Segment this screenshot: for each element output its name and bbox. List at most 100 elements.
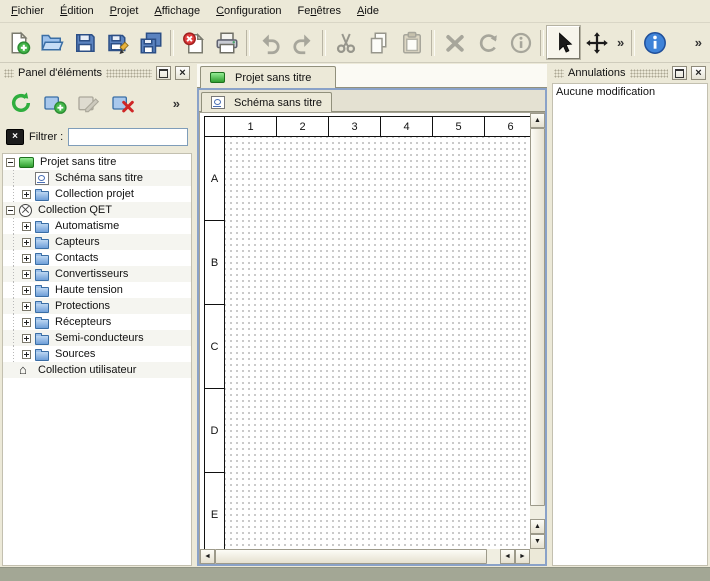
selection-mode-button[interactable]: [547, 26, 580, 59]
tree-expander[interactable]: [22, 222, 31, 231]
tree-item[interactable]: Récepteurs: [3, 314, 191, 330]
folder-icon: [35, 335, 49, 345]
tree-expander[interactable]: [22, 318, 31, 327]
vertical-scrollbar-thumb[interactable]: [530, 128, 545, 506]
undo-history-item[interactable]: Aucune modification: [553, 84, 707, 100]
tree-expander[interactable]: [6, 158, 15, 167]
save-button[interactable]: [68, 26, 101, 59]
toolbar-overflow-button[interactable]: »: [613, 35, 628, 50]
tree-item-label: Semi-conducteurs: [53, 332, 146, 344]
panel-toolbar-overflow-button[interactable]: »: [169, 96, 184, 111]
column-label: 6: [485, 117, 530, 136]
diagram-view: 123456 ABCDE: [199, 112, 545, 564]
paste-button[interactable]: [395, 26, 428, 59]
menu-edition[interactable]: Édition: [52, 2, 102, 20]
vertical-scrollbar-track[interactable]: [530, 506, 545, 519]
menu-projet[interactable]: Projet: [102, 2, 147, 20]
tree-item[interactable]: Automatisme: [3, 218, 191, 234]
tree-expander[interactable]: [22, 270, 31, 279]
redo-button[interactable]: [286, 26, 319, 59]
tree-expander[interactable]: [22, 302, 31, 311]
tree-item[interactable]: Collection utilisateur: [3, 362, 191, 378]
filter-row: × Filtrer :: [2, 124, 192, 150]
reload-collections-button[interactable]: [6, 88, 36, 118]
dock-close-button[interactable]: ×: [175, 66, 190, 80]
dock-close-button[interactable]: ×: [691, 66, 706, 80]
about-qet-button[interactable]: [638, 26, 671, 59]
tree-item[interactable]: Semi-conducteurs: [3, 330, 191, 346]
tree-expander[interactable]: [22, 286, 31, 295]
menu-fenetres[interactable]: Fenêtres: [290, 2, 349, 20]
row-label: B: [205, 221, 224, 305]
element-info-button[interactable]: [504, 26, 537, 59]
delete-button[interactable]: [438, 26, 471, 59]
rotate-button[interactable]: [471, 26, 504, 59]
dock-grip: [554, 69, 564, 78]
print-button[interactable]: [210, 26, 243, 59]
diagram-canvas[interactable]: 123456 ABCDE: [200, 113, 530, 549]
tree-expander[interactable]: [6, 206, 15, 215]
undo-dock: Annulations × Aucune modification: [550, 63, 710, 568]
undo-dock-titlebar[interactable]: Annulations ×: [552, 64, 708, 82]
tree-expander[interactable]: [22, 238, 31, 247]
schema-tab[interactable]: Schéma sans titre: [201, 92, 332, 112]
project-tab[interactable]: Projet sans titre: [200, 66, 336, 88]
scroll-up-button[interactable]: [530, 519, 545, 534]
tree-item[interactable]: Schéma sans titre: [3, 170, 191, 186]
tree-item[interactable]: Convertisseurs: [3, 266, 191, 282]
horizontal-scrollbar[interactable]: [200, 549, 530, 564]
dock-float-button[interactable]: [156, 66, 171, 80]
menu-fichier[interactable]: Fichier: [3, 2, 52, 20]
scroll-down-button[interactable]: [530, 534, 545, 549]
visualisation-mode-button[interactable]: [580, 26, 613, 59]
new-element-button[interactable]: [40, 88, 70, 118]
tree-expander[interactable]: [22, 254, 31, 263]
save-icon: [73, 31, 97, 55]
toolbar-extension-button[interactable]: »: [691, 35, 706, 50]
row-header: ABCDE: [205, 137, 225, 549]
tree-item[interactable]: Contacts: [3, 250, 191, 266]
new-file-button[interactable]: [2, 26, 35, 59]
copy-button[interactable]: [362, 26, 395, 59]
menu-affichage[interactable]: Affichage: [146, 2, 208, 20]
tree-expander[interactable]: [22, 350, 31, 359]
elements-panel-titlebar[interactable]: Panel d'éléments ×: [2, 64, 192, 82]
vertical-scrollbar[interactable]: [530, 113, 545, 549]
undo-button[interactable]: [253, 26, 286, 59]
scroll-left-button[interactable]: [200, 549, 215, 564]
delete-element-button[interactable]: [108, 88, 138, 118]
toolbar-separator: [431, 30, 435, 56]
edit-element-button[interactable]: [74, 88, 104, 118]
cut-button[interactable]: [329, 26, 362, 59]
menu-configuration[interactable]: Configuration: [208, 2, 289, 20]
scroll-up-button[interactable]: [530, 113, 545, 128]
save-as-button[interactable]: [101, 26, 134, 59]
menu-aide[interactable]: Aide: [349, 2, 387, 20]
tree-expander[interactable]: [22, 190, 31, 199]
tree-item[interactable]: Capteurs: [3, 234, 191, 250]
tree-item[interactable]: Haute tension: [3, 282, 191, 298]
tree-item-label: Collection projet: [53, 188, 136, 200]
scroll-right-button[interactable]: [515, 549, 530, 564]
folder-icon: [35, 191, 49, 201]
tree-item[interactable]: Sources: [3, 346, 191, 362]
horizontal-scrollbar-thumb[interactable]: [215, 549, 487, 564]
tree-item[interactable]: Collection projet: [3, 186, 191, 202]
filter-input[interactable]: [68, 128, 188, 146]
open-file-button[interactable]: [35, 26, 68, 59]
tree-item[interactable]: Collection QET: [3, 202, 191, 218]
clear-filter-button[interactable]: ×: [6, 129, 24, 145]
tree-indent-guide: [6, 218, 22, 234]
elements-panel-title: Panel d'éléments: [18, 67, 102, 79]
new-file-icon: [7, 31, 31, 55]
tree-item[interactable]: Protections: [3, 298, 191, 314]
close-file-button[interactable]: [177, 26, 210, 59]
tree-indent-guide: [6, 266, 22, 282]
save-all-button[interactable]: [134, 26, 167, 59]
tree-item[interactable]: Projet sans titre: [3, 154, 191, 170]
folder-icon: [35, 271, 49, 281]
horizontal-scrollbar-track[interactable]: [487, 549, 500, 564]
dock-float-button[interactable]: [672, 66, 687, 80]
tree-expander[interactable]: [22, 334, 31, 343]
scroll-left-button[interactable]: [500, 549, 515, 564]
